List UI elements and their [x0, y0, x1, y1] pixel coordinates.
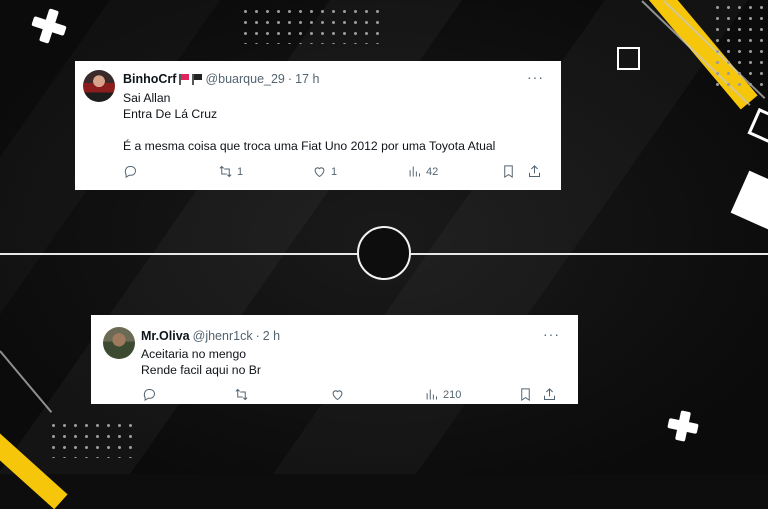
- tweet-text: Sai Allan Entra De Lá Cruz É a mesma coi…: [123, 90, 495, 154]
- square-outline-icon: [617, 47, 640, 70]
- views-icon: [426, 389, 437, 400]
- retweet-count: 1: [237, 165, 244, 178]
- tweet-card[interactable]: Mr.Oliva @jhenr1ck · 2 h ··· Aceitaria n…: [91, 315, 578, 404]
- plus-icon: [665, 408, 701, 444]
- share-icon: [529, 165, 540, 177]
- views-button[interactable]: 210: [424, 387, 461, 402]
- display-name[interactable]: Mr.Oliva: [141, 329, 190, 343]
- retweet-icon: [219, 165, 232, 178]
- reply-icon: [124, 166, 136, 179]
- bookmark-icon: [504, 165, 513, 179]
- flag-icon: [179, 73, 189, 85]
- like-button[interactable]: 1: [312, 164, 337, 179]
- views-icon: [409, 166, 420, 177]
- separator: ·: [255, 329, 260, 343]
- retweet-button[interactable]: 1: [218, 164, 243, 179]
- like-count: 1: [331, 165, 338, 178]
- retweet-icon: [235, 388, 248, 401]
- share-button[interactable]: [527, 164, 542, 179]
- tweet-line: [123, 122, 495, 138]
- like-icon: [314, 167, 325, 178]
- reply-icon: [143, 389, 155, 402]
- tweet-line: É a mesma coisa que troca uma Fiat Uno 2…: [123, 139, 496, 153]
- bookmark-button[interactable]: [501, 164, 516, 179]
- share-button[interactable]: [542, 387, 557, 402]
- tweet-header: Mr.Oliva @jhenr1ck · 2 h: [141, 329, 280, 343]
- tweet-header: BinhoCrf @buarque_29 · 17 h: [123, 72, 319, 86]
- timestamp[interactable]: 17 h: [295, 72, 319, 86]
- tweet-line: Entra De Lá Cruz: [123, 107, 218, 121]
- tweet-line: Sai Allan: [123, 91, 171, 105]
- flag-icon: [192, 73, 202, 85]
- field-center-circle: [357, 226, 411, 280]
- handle[interactable]: @buarque_29: [205, 72, 284, 86]
- retweet-button[interactable]: [234, 387, 253, 402]
- reply-button[interactable]: [142, 387, 157, 402]
- display-name[interactable]: BinhoCrf: [123, 72, 176, 86]
- dot-grid: [240, 6, 384, 44]
- tweet-text: Aceitaria no mengo Rende facil aqui no B…: [141, 346, 261, 378]
- avatar[interactable]: [103, 327, 135, 359]
- separator: ·: [287, 72, 293, 86]
- timestamp[interactable]: 2 h: [263, 329, 280, 343]
- dot-grid: [712, 2, 768, 92]
- tweet-line: Rende facil aqui no Br: [141, 363, 261, 377]
- handle[interactable]: @jhenr1ck: [193, 329, 253, 343]
- views-button[interactable]: 42: [407, 164, 438, 179]
- share-icon: [544, 388, 555, 400]
- dot-grid: [48, 420, 138, 458]
- bookmark-icon: [521, 388, 530, 402]
- like-button[interactable]: [330, 387, 349, 402]
- tweet-card[interactable]: BinhoCrf @buarque_29 · 17 h ··· Sai Alla…: [75, 61, 561, 190]
- views-count: 210: [443, 388, 462, 401]
- like-icon: [332, 390, 343, 401]
- bookmark-button[interactable]: [518, 387, 533, 402]
- reply-button[interactable]: [123, 164, 138, 179]
- tweet-line: Aceitaria no mengo: [141, 347, 247, 361]
- more-icon[interactable]: ···: [543, 326, 560, 342]
- more-icon[interactable]: ···: [527, 69, 544, 85]
- views-count: 42: [426, 165, 439, 178]
- avatar[interactable]: [83, 70, 115, 102]
